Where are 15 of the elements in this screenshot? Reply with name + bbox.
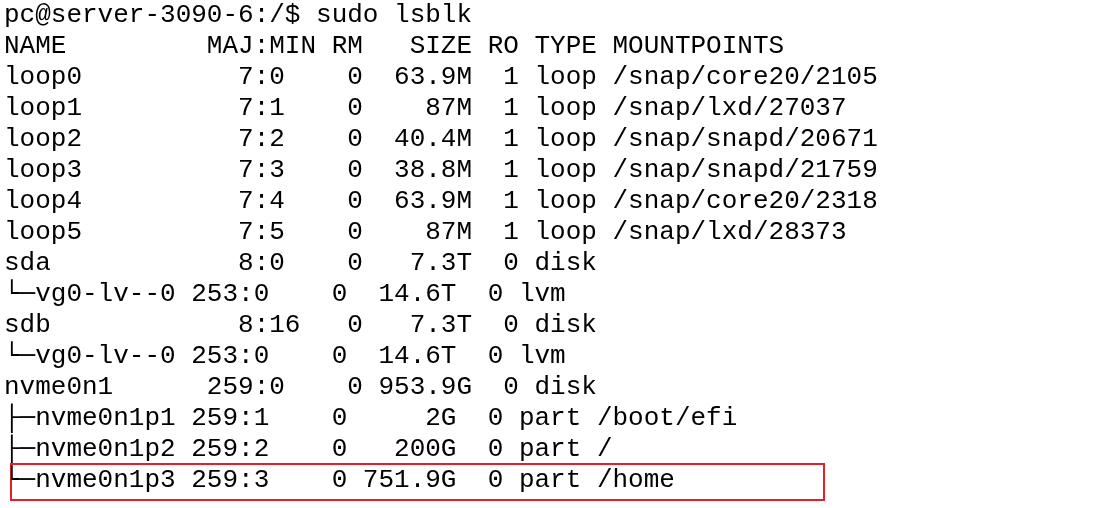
terminal-line: loop5 7:5 0 87M 1 loop /snap/lxd/28373 <box>4 217 847 247</box>
terminal-line: loop1 7:1 0 87M 1 loop /snap/lxd/27037 <box>4 93 847 123</box>
terminal-line: ├─nvme0n1p2 259:2 0 200G 0 part / <box>4 434 613 464</box>
terminal-line: NAME MAJ:MIN RM SIZE RO TYPE MOUNTPOINTS <box>4 31 785 61</box>
terminal-line: loop3 7:3 0 38.8M 1 loop /snap/snapd/21759 <box>4 155 878 185</box>
terminal-line: loop4 7:4 0 63.9M 1 loop /snap/core20/2318 <box>4 186 878 216</box>
terminal-line: loop0 7:0 0 63.9M 1 loop /snap/core20/2105 <box>4 62 878 92</box>
terminal-line: ├─nvme0n1p1 259:1 0 2G 0 part /boot/efi <box>4 403 738 433</box>
terminal-line: └─vg0-lv--0 253:0 0 14.6T 0 lvm <box>4 279 566 309</box>
terminal-line: sda 8:0 0 7.3T 0 disk <box>4 248 597 278</box>
terminal-line: nvme0n1 259:0 0 953.9G 0 disk <box>4 372 597 402</box>
terminal-line: loop2 7:2 0 40.4M 1 loop /snap/snapd/20671 <box>4 124 878 154</box>
terminal-line: sdb 8:16 0 7.3T 0 disk <box>4 310 597 340</box>
terminal-line: pc@server-3090-6:/$ sudo lsblk <box>4 0 473 30</box>
terminal-line: └─vg0-lv--0 253:0 0 14.6T 0 lvm <box>4 341 566 371</box>
